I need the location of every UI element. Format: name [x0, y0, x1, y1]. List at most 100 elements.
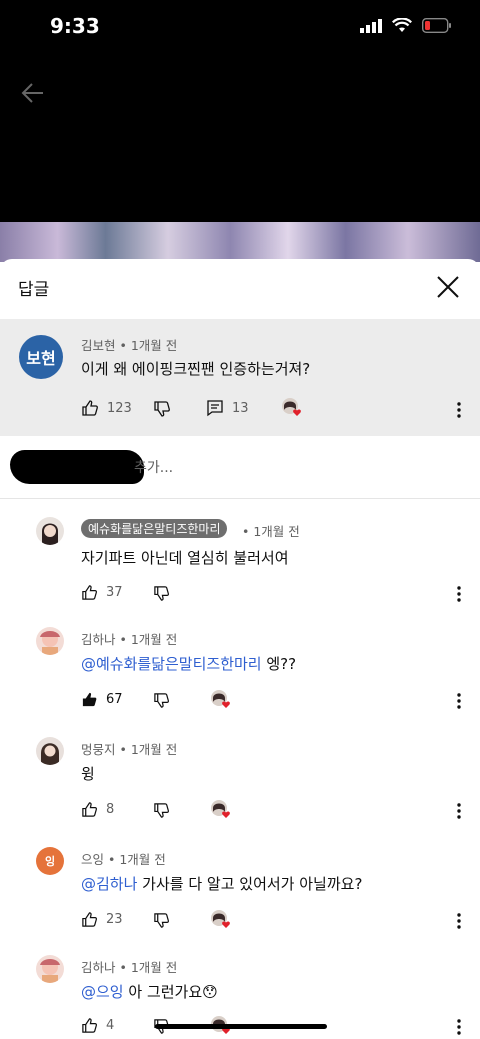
comment-text: 이게 왜 에이핑크찐팬 인증하는거져?	[81, 360, 311, 378]
like-button[interactable]: 4	[81, 1017, 114, 1034]
like-count: 4	[106, 1018, 115, 1033]
reply-item: 잉 으잉 • 1개월 전 @김하나 가사를 다 알고 있어서가 아닐까요? 23	[0, 839, 480, 949]
avatar[interactable]	[36, 737, 64, 765]
cellular-signal-icon	[360, 18, 382, 33]
replies-button[interactable]: 13	[206, 399, 249, 417]
back-arrow-icon[interactable]	[20, 80, 46, 106]
reply-item: 멍뭉지 • 1개월 전 윙 8	[0, 729, 480, 839]
thumbs-down-icon	[154, 693, 169, 708]
comment-author[interactable]: 김보현	[81, 338, 116, 353]
avatar[interactable]	[36, 517, 64, 545]
thumbs-up-icon	[82, 802, 97, 817]
like-count: 67	[106, 692, 123, 707]
like-count: 123	[107, 400, 132, 416]
reply-count: 13	[232, 400, 249, 416]
close-icon[interactable]	[434, 273, 462, 301]
redacted-user-avatar	[10, 450, 144, 484]
replies-sheet: 답글 보현 김보현 • 1개월 전 이게 왜 에이핑크찐팬 인증하는거져? 12…	[0, 259, 480, 1039]
home-indicator[interactable]	[155, 1024, 327, 1029]
comment-body: 엥??	[261, 655, 297, 673]
comment-meta: 멍뭉지 • 1개월 전	[81, 739, 177, 758]
comment-icon	[207, 400, 223, 417]
comment-time: • 1개월 전	[108, 852, 166, 867]
comment-time: • 1개월 전	[119, 338, 178, 353]
mention-link[interactable]: @예슈화를닮은말티즈한마리	[81, 655, 262, 673]
more-options-icon[interactable]	[456, 401, 462, 419]
dislike-button[interactable]	[153, 802, 170, 819]
comment-author[interactable]: 으잉	[81, 852, 104, 867]
comment-meta: 김보현 • 1개월 전	[81, 335, 177, 354]
comment-author[interactable]: 김하나	[81, 632, 116, 647]
divider	[0, 498, 480, 499]
creator-heart-icon	[211, 910, 230, 928]
comment-meta: 으잉 • 1개월 전	[81, 849, 166, 868]
avatar[interactable]	[36, 627, 64, 655]
comment-body: 자기파트 아닌데 열심히 불러서여	[81, 549, 289, 567]
status-icons	[360, 18, 452, 33]
like-button[interactable]: 37	[81, 584, 123, 601]
avatar[interactable]	[36, 955, 64, 983]
thumbs-down-icon	[154, 586, 169, 601]
like-button[interactable]: 23	[81, 911, 123, 928]
comment-text: 윙	[81, 763, 95, 784]
dislike-button[interactable]	[153, 400, 171, 418]
thumbs-down-icon	[154, 401, 170, 417]
status-time: 9:33	[50, 14, 100, 38]
comment-time: • 1개월 전	[119, 960, 178, 975]
reply-input-row[interactable]: 추가...	[0, 436, 480, 498]
comment-body: 윙	[81, 765, 95, 783]
comment-body: 가사를 다 알고 있어서가 아닐까요?	[137, 875, 363, 893]
reply-item: 예슈화를닮은말티즈한마리 • 1개월 전 자기파트 아닌데 열심히 불러서여 3…	[0, 509, 480, 619]
sheet-header: 답글	[0, 259, 480, 315]
more-options-icon[interactable]	[456, 1018, 462, 1036]
creator-heart-icon	[282, 398, 301, 416]
like-count: 8	[106, 802, 115, 817]
comment-time: • 1개월 전	[242, 524, 300, 539]
dislike-button[interactable]	[153, 585, 170, 602]
like-button[interactable]: 8	[81, 801, 114, 818]
parent-comment: 보현 김보현 • 1개월 전 이게 왜 에이핑크찐팬 인증하는거져? 123 1…	[0, 319, 480, 436]
comment-text: 자기파트 아닌데 열심히 불러서여	[81, 547, 289, 568]
reply-item: 김하나 • 1개월 전 @예슈화를닮은말티즈한마리 엥?? 67	[0, 619, 480, 729]
like-button[interactable]: 123	[81, 399, 132, 417]
comment-time: • 1개월 전	[119, 632, 178, 647]
like-count: 37	[106, 585, 123, 600]
video-thumbnail-strip	[0, 222, 480, 262]
comment-author[interactable]: 김하나	[81, 960, 116, 975]
comment-meta: 김하나 • 1개월 전	[81, 629, 177, 648]
comment-text: @예슈화를닮은말티즈한마리 엥??	[81, 653, 296, 674]
thumbs-up-icon	[82, 912, 97, 927]
more-options-icon[interactable]	[456, 585, 462, 603]
thumbs-up-icon	[82, 1018, 97, 1033]
thumbs-down-icon	[154, 803, 169, 818]
comment-meta: 김하나 • 1개월 전	[81, 957, 177, 976]
comment-text: @김하나 가사를 다 알고 있어서가 아닐까요?	[81, 873, 362, 894]
mention-link[interactable]: @으잉	[81, 983, 124, 1001]
sheet-title: 답글	[18, 280, 50, 300]
battery-low-icon	[422, 18, 451, 33]
creator-heart-icon	[211, 800, 230, 818]
more-options-icon[interactable]	[456, 912, 462, 930]
dislike-button[interactable]	[153, 692, 170, 709]
thumbs-up-icon	[82, 585, 97, 600]
comment-text: @으잉 아 그런가요😯	[81, 981, 218, 1002]
wifi-icon	[392, 18, 412, 32]
reply-input-placeholder[interactable]: 추가...	[134, 457, 173, 477]
more-options-icon[interactable]	[456, 692, 462, 710]
comment-time: • 1개월 전	[119, 742, 178, 757]
creator-heart-icon	[211, 690, 230, 708]
avatar[interactable]: 잉	[36, 847, 64, 875]
like-button[interactable]: 67	[81, 691, 123, 708]
comment-author[interactable]: 멍뭉지	[81, 742, 116, 757]
status-bar: 9:33	[0, 0, 480, 56]
thumbs-down-icon	[154, 913, 169, 928]
like-count: 23	[106, 912, 123, 927]
thumbs-up-icon	[82, 400, 98, 416]
avatar[interactable]: 보현	[19, 335, 63, 379]
more-options-icon[interactable]	[456, 802, 462, 820]
comment-author-chip[interactable]: 예슈화를닮은말티즈한마리	[81, 519, 228, 538]
thumbs-up-filled-icon	[82, 692, 97, 707]
comment-body: 아 그런가요😯	[123, 983, 218, 1001]
dislike-button[interactable]	[153, 912, 170, 929]
mention-link[interactable]: @김하나	[81, 875, 137, 893]
